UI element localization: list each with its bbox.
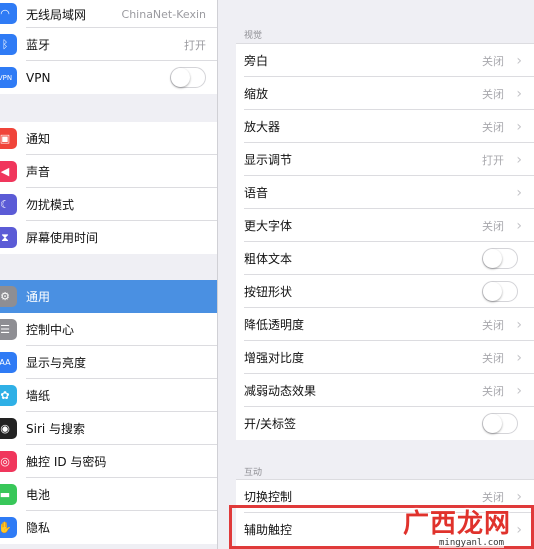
sidebar-item-label: 触控 ID 与密码 bbox=[26, 455, 107, 469]
sidebar-item-sound[interactable]: ◀ 声音 bbox=[0, 155, 217, 188]
chevron-right-icon: › bbox=[516, 85, 522, 102]
sound-icon: ◀ bbox=[0, 161, 17, 182]
vpn-toggle[interactable] bbox=[170, 67, 206, 88]
wallpaper-icon: ✿ bbox=[0, 385, 17, 406]
sidebar-item-battery[interactable]: ▬ 电池 bbox=[0, 478, 217, 511]
row-value: 关闭 bbox=[482, 351, 504, 365]
button-shapes-toggle[interactable] bbox=[482, 281, 518, 302]
row-reduce-motion[interactable]: 减弱动态效果 关闭 › bbox=[236, 374, 534, 407]
chevron-right-icon: › bbox=[516, 52, 522, 69]
sidebar-item-label: Siri 与搜索 bbox=[26, 422, 86, 436]
bold-text-toggle[interactable] bbox=[482, 248, 518, 269]
sidebar-item-label: 显示与亮度 bbox=[26, 356, 87, 370]
sidebar-item-label: 屏幕使用时间 bbox=[26, 231, 99, 245]
sidebar-item-label: 控制中心 bbox=[26, 323, 75, 337]
chevron-right-icon: › bbox=[516, 217, 522, 234]
row-value: 打开 bbox=[482, 153, 504, 167]
sidebar-item-label: 墙纸 bbox=[26, 389, 51, 403]
row-zoom[interactable]: 缩放 关闭 › bbox=[236, 77, 534, 110]
row-on-off-labels: 开/关标签 bbox=[236, 407, 534, 440]
row-speech[interactable]: 语音 › bbox=[236, 176, 534, 209]
vpn-icon: VPN bbox=[0, 67, 17, 88]
watermark-text: 广西龙网 bbox=[403, 509, 512, 539]
sidebar-item-do-not-disturb[interactable]: ☾ 勿扰模式 bbox=[0, 188, 217, 221]
on-off-labels-toggle[interactable] bbox=[482, 413, 518, 434]
row-value: 关闭 bbox=[482, 219, 504, 233]
hand-icon: ✋ bbox=[0, 517, 17, 538]
sidebar-item-display-brightness[interactable]: AA 显示与亮度 bbox=[0, 346, 217, 379]
row-magnifier[interactable]: 放大器 关闭 › bbox=[236, 110, 534, 143]
chevron-right-icon: › bbox=[516, 382, 522, 399]
sidebar-item-notifications[interactable]: ▣ 通知 bbox=[0, 122, 217, 155]
sidebar-item-general[interactable]: ⚙ 通用 bbox=[0, 280, 217, 313]
chevron-right-icon: › bbox=[516, 151, 522, 168]
sidebar-item-vpn[interactable]: VPN VPN bbox=[0, 61, 217, 94]
vision-settings-group: 旁白 关闭 › 缩放 关闭 › 放大器 关闭 › 显示调节 打开 › 语音 › … bbox=[236, 43, 534, 440]
chevron-right-icon: › bbox=[516, 184, 522, 201]
row-label: 语音 bbox=[244, 186, 269, 200]
wifi-icon: ◠ bbox=[0, 3, 17, 24]
fingerprint-icon: ◎ bbox=[0, 451, 17, 472]
sidebar-item-screen-time[interactable]: ⧗ 屏幕使用时间 bbox=[0, 221, 217, 254]
gear-icon: ⚙ bbox=[0, 286, 17, 307]
sidebar-group-notifications: ▣ 通知 ◀ 声音 ☾ 勿扰模式 ⧗ 屏幕使用时间 bbox=[0, 122, 217, 254]
row-value: 关闭 bbox=[482, 54, 504, 68]
row-value: 关闭 bbox=[482, 318, 504, 332]
row-value: 关闭 bbox=[482, 384, 504, 398]
section-header-vision: 视觉 bbox=[244, 31, 263, 41]
sidebar-item-label: 声音 bbox=[26, 165, 51, 179]
chevron-right-icon: › bbox=[516, 118, 522, 135]
accessibility-panel: 视觉 旁白 关闭 › 缩放 关闭 › 放大器 关闭 › 显示调节 打开 › 语音… bbox=[218, 0, 534, 549]
bluetooth-icon: ᛒ bbox=[0, 34, 17, 55]
sidebar-item-control-center[interactable]: ☰ 控制中心 bbox=[0, 313, 217, 346]
row-voiceover[interactable]: 旁白 关闭 › bbox=[236, 44, 534, 77]
sidebar-item-siri-search[interactable]: ◉ Siri 与搜索 bbox=[0, 412, 217, 445]
wifi-network-value: ChinaNet-Kexin bbox=[121, 7, 206, 21]
sidebar-item-label: 勿扰模式 bbox=[26, 198, 75, 212]
section-header-interaction: 互动 bbox=[244, 468, 263, 478]
row-value: 关闭 bbox=[482, 87, 504, 101]
sidebar-item-label: 隐私 bbox=[26, 521, 51, 535]
chevron-right-icon: › bbox=[516, 316, 522, 333]
settings-sidebar: ◠ 无线局域网 ChinaNet-Kexin ᛒ 蓝牙 打开 VPN VPN ▣… bbox=[0, 0, 218, 549]
siri-icon: ◉ bbox=[0, 418, 17, 439]
sidebar-item-touch-id-passcode[interactable]: ◎ 触控 ID 与密码 bbox=[0, 445, 217, 478]
row-button-shapes: 按钮形状 bbox=[236, 275, 534, 308]
sidebar-item-label: 电池 bbox=[26, 488, 51, 502]
sidebar-group-general: ⚙ 通用 ☰ 控制中心 AA 显示与亮度 ✿ 墙纸 ◉ Siri 与搜索 ◎ 触… bbox=[0, 280, 217, 544]
watermark-url: mingyanl.com bbox=[439, 538, 505, 548]
notifications-icon: ▣ bbox=[0, 128, 17, 149]
battery-icon: ▬ bbox=[0, 484, 17, 505]
sidebar-item-wallpaper[interactable]: ✿ 墙纸 bbox=[0, 379, 217, 412]
chevron-right-icon: › bbox=[516, 349, 522, 366]
watermark: 广西龙网 mingyanl.com bbox=[403, 503, 534, 549]
sidebar-item-wifi[interactable]: ◠ 无线局域网 ChinaNet-Kexin bbox=[0, 0, 217, 28]
hourglass-icon: ⧗ bbox=[0, 227, 17, 248]
sidebar-item-bluetooth[interactable]: ᛒ 蓝牙 打开 bbox=[0, 28, 217, 61]
sidebar-group-network: ◠ 无线局域网 ChinaNet-Kexin ᛒ 蓝牙 打开 VPN VPN bbox=[0, 0, 217, 94]
row-larger-text[interactable]: 更大字体 关闭 › bbox=[236, 209, 534, 242]
row-reduce-transparency[interactable]: 降低透明度 关闭 › bbox=[236, 308, 534, 341]
row-value: 关闭 bbox=[482, 120, 504, 134]
display-icon: AA bbox=[0, 352, 17, 373]
sidebar-item-label: 通知 bbox=[26, 132, 51, 146]
sidebar-item-label: 通用 bbox=[26, 290, 51, 304]
bluetooth-status-value: 打开 bbox=[184, 38, 206, 52]
row-increase-contrast[interactable]: 增强对比度 关闭 › bbox=[236, 341, 534, 374]
row-display-accommodations[interactable]: 显示调节 打开 › bbox=[236, 143, 534, 176]
moon-icon: ☾ bbox=[0, 194, 17, 215]
row-bold-text: 粗体文本 bbox=[236, 242, 534, 275]
sidebar-item-privacy[interactable]: ✋ 隐私 bbox=[0, 511, 217, 544]
control-center-icon: ☰ bbox=[0, 319, 17, 340]
